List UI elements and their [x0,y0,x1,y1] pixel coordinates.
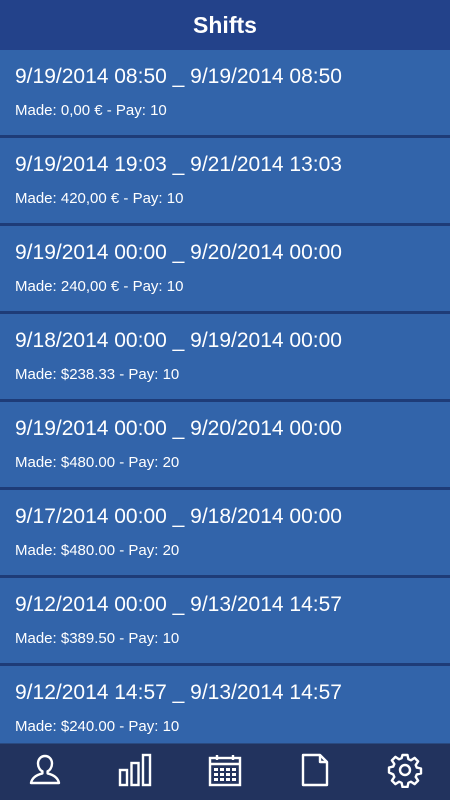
shift-earnings: Made: 240,00 € - Pay: 10 [15,278,184,295]
tab-reports[interactable] [285,744,345,800]
shift-earnings: Made: $240.00 - Pay: 10 [15,718,180,735]
document-icon [297,752,333,793]
shift-range: 9/19/2014 00:00 _ 9/20/2014 00:00 [15,241,342,264]
shift-list-item[interactable]: 9/12/2014 14:57 _ 9/13/2014 14:57 Made: … [0,666,450,744]
shift-range: 9/12/2014 00:00 _ 9/13/2014 14:57 [15,593,342,616]
bar-chart-icon [117,752,153,793]
shift-range: 9/17/2014 00:00 _ 9/18/2014 00:00 [15,505,342,528]
shift-earnings: Made: $238.33 - Pay: 10 [15,366,180,383]
shift-range: 9/19/2014 08:50 _ 9/19/2014 08:50 [15,65,342,88]
page-title: Shifts [193,11,257,38]
shift-earnings: Made: 420,00 € - Pay: 10 [15,190,184,207]
shift-earnings: Made: $480.00 - Pay: 20 [15,542,180,559]
shift-list-item[interactable]: 9/19/2014 00:00 _ 9/20/2014 00:00 Made: … [0,226,450,314]
shift-range: 9/19/2014 00:00 _ 9/20/2014 00:00 [15,417,342,440]
tab-statistics[interactable] [105,744,165,800]
shift-list-item[interactable]: 9/17/2014 00:00 _ 9/18/2014 00:00 Made: … [0,490,450,578]
shift-list-item[interactable]: 9/19/2014 08:50 _ 9/19/2014 08:50 Made: … [0,50,450,138]
bottom-tab-bar [0,743,450,800]
calendar-icon [207,752,243,793]
tab-calendar[interactable] [195,744,255,800]
shift-list-item[interactable]: 9/19/2014 00:00 _ 9/20/2014 00:00 Made: … [0,402,450,490]
shift-list: 9/19/2014 08:50 _ 9/19/2014 08:50 Made: … [0,50,450,744]
shift-range: 9/19/2014 19:03 _ 9/21/2014 13:03 [15,153,342,176]
shift-earnings: Made: 0,00 € - Pay: 10 [15,102,167,119]
tab-profile[interactable] [15,744,75,800]
app-header: Shifts [0,0,450,50]
tab-settings[interactable] [375,744,435,800]
profile-icon [27,752,63,793]
shift-earnings: Made: $480.00 - Pay: 20 [15,454,180,471]
shift-range: 9/12/2014 14:57 _ 9/13/2014 14:57 [15,681,342,704]
shift-range: 9/18/2014 00:00 _ 9/19/2014 00:00 [15,329,342,352]
shift-list-item[interactable]: 9/18/2014 00:00 _ 9/19/2014 00:00 Made: … [0,314,450,402]
shift-list-item[interactable]: 9/19/2014 19:03 _ 9/21/2014 13:03 Made: … [0,138,450,226]
shift-earnings: Made: $389.50 - Pay: 10 [15,630,180,647]
shift-list-item[interactable]: 9/12/2014 00:00 _ 9/13/2014 14:57 Made: … [0,578,450,666]
gear-icon [387,752,423,793]
